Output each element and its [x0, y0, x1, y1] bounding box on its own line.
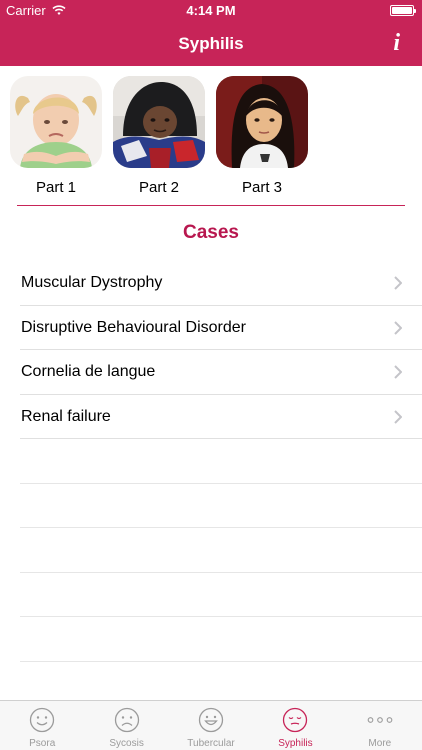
- part-2-label: Part 2: [138, 179, 180, 196]
- tab-label: More: [368, 738, 392, 749]
- tab-label: Tubercular: [187, 738, 235, 749]
- tab-syphilis[interactable]: Syphilis: [253, 701, 337, 750]
- empty-row: [20, 573, 422, 617]
- tab-label: Syphilis: [278, 738, 313, 749]
- tab-psora[interactable]: Psora: [0, 701, 84, 750]
- smile-face-icon: [29, 707, 55, 733]
- case-row-disruptive-behavioural-disorder[interactable]: Disruptive Behavioural Disorder: [20, 306, 422, 350]
- sleepy-face-icon: [282, 707, 308, 733]
- part-1-item[interactable]: Part 1: [10, 76, 102, 196]
- frown-face-icon: [114, 707, 140, 733]
- chevron-right-icon: [394, 365, 403, 384]
- tab-bar: Psora Sycosis Tubercular Syphilis More: [0, 700, 422, 750]
- tab-tubercular[interactable]: Tubercular: [169, 701, 253, 750]
- parts-strip: Part 1 Part 2 Part 3: [0, 66, 422, 206]
- empty-row: [20, 484, 422, 528]
- part-1-label: Part 1: [35, 179, 77, 196]
- navigation-bar: Syphilis i: [0, 22, 422, 66]
- case-label: Renal failure: [21, 407, 111, 425]
- empty-row: [20, 528, 422, 573]
- chevron-right-icon: [394, 320, 403, 340]
- part-2-thumbnail[interactable]: [113, 76, 205, 168]
- case-label: Muscular Dystrophy: [21, 274, 163, 291]
- empty-row: [20, 439, 422, 484]
- grin-face-icon: [198, 707, 224, 733]
- part-3-item[interactable]: Part 3: [216, 76, 308, 196]
- status-time: 4:14 PM: [186, 3, 236, 18]
- tab-label: Psora: [29, 738, 56, 749]
- empty-row: [20, 617, 422, 662]
- case-row-muscular-dystrophy[interactable]: Muscular Dystrophy: [20, 261, 422, 306]
- status-bar: Carrier 4:14 PM: [0, 0, 422, 22]
- tab-more[interactable]: More: [338, 701, 422, 750]
- tab-label: Sycosis: [109, 738, 144, 749]
- cases-section-title: Cases: [183, 222, 239, 243]
- case-row-renal-failure[interactable]: Renal failure: [20, 395, 422, 439]
- page-title: Syphilis: [178, 34, 244, 53]
- more-dots-icon: [367, 707, 393, 733]
- case-row-cornelia-de-langue[interactable]: Cornelia de langue: [20, 350, 422, 395]
- battery-icon: [390, 5, 416, 16]
- part-3-label: Part 3: [241, 179, 283, 196]
- chevron-right-icon: [394, 276, 403, 295]
- parts-divider: [17, 205, 405, 206]
- case-label: Cornelia de langue: [21, 363, 156, 380]
- part-3-thumbnail[interactable]: [216, 76, 308, 168]
- part-2-item[interactable]: Part 2: [113, 76, 205, 196]
- cases-list: Muscular Dystrophy Disruptive Behavioura…: [0, 261, 422, 706]
- part-1-thumbnail[interactable]: [10, 76, 102, 168]
- info-button[interactable]: i: [393, 30, 400, 57]
- case-label: Disruptive Behavioural Disorder: [21, 318, 246, 336]
- tab-sycosis[interactable]: Sycosis: [84, 701, 168, 750]
- chevron-right-icon: [394, 409, 403, 429]
